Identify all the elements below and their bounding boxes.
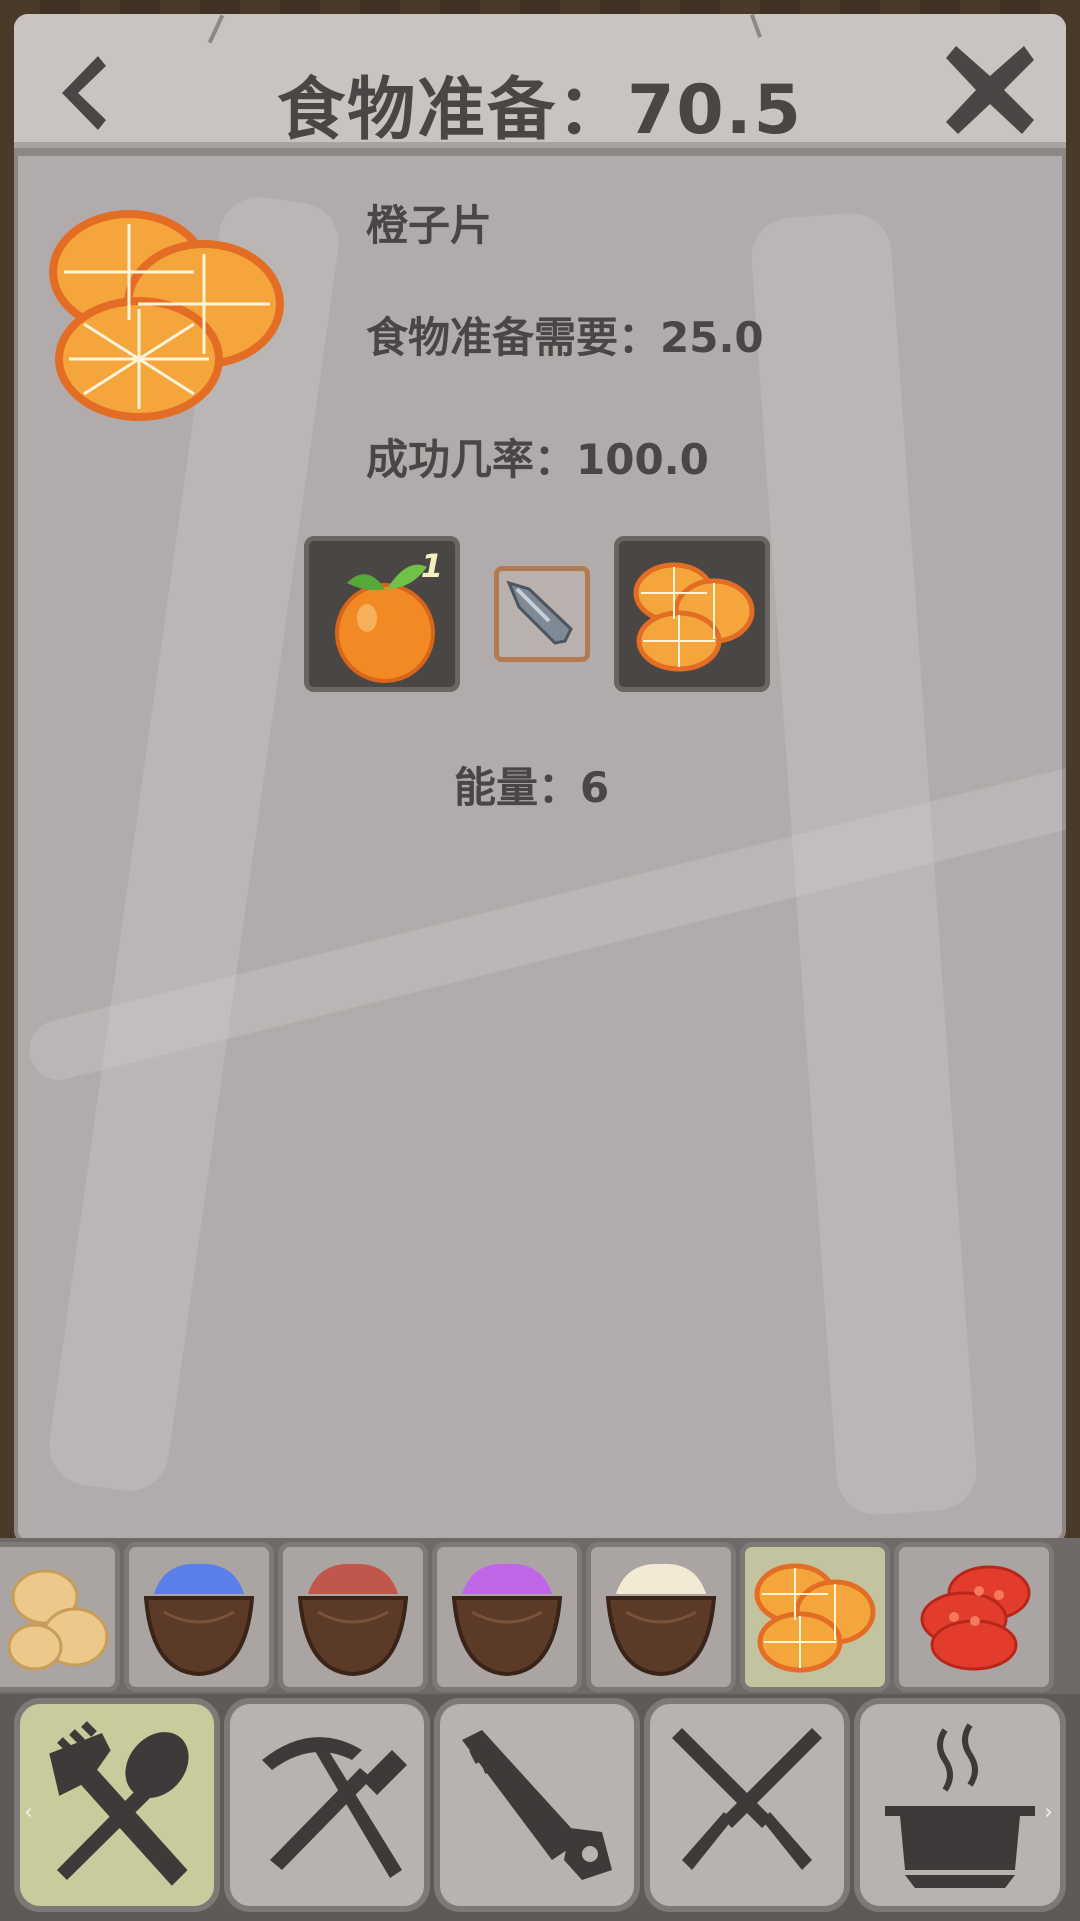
recipe-item-tomato-slices[interactable] — [894, 1542, 1054, 1692]
white-cream-bowl-icon — [605, 1563, 717, 1677]
recipe-item-blue-cream[interactable] — [124, 1542, 274, 1692]
close-button[interactable] — [938, 38, 1042, 142]
scroll-right-marker: › — [1044, 1800, 1053, 1825]
fork-spoon-icon — [49, 1721, 189, 1886]
cooking-pot-icon — [885, 1723, 1035, 1888]
panel-header: 食物准备：70.5 — [14, 14, 1066, 156]
category-tab-tools[interactable] — [224, 1698, 430, 1912]
orange-slices-icon — [754, 1563, 876, 1673]
prep-required-text: 食物准备需要：25.0 — [366, 313, 764, 362]
tool-slot[interactable] — [494, 566, 590, 662]
success-rate-text: 成功几率：100.0 — [366, 435, 709, 484]
nuts-icon — [7, 1569, 109, 1671]
pickaxe-hammer-icon — [262, 1737, 407, 1878]
ingredient-count: 1 — [420, 547, 443, 585]
ingredient-slot[interactable]: 1 — [304, 536, 460, 692]
recipe-item-purple-cream[interactable] — [432, 1542, 582, 1692]
category-tab-carpentry[interactable] — [434, 1698, 640, 1912]
recipe-item-nuts[interactable] — [0, 1542, 120, 1692]
page-title: 食物准备：70.5 — [277, 71, 803, 150]
energy-text: 能量：6 — [454, 763, 610, 812]
item-name: 橙子片 — [366, 201, 493, 250]
scroll-left-marker: ‹ — [24, 1800, 33, 1825]
close-icon — [946, 46, 1034, 134]
blue-cream-bowl-icon — [143, 1563, 255, 1677]
tomato-slices-icon — [920, 1565, 1031, 1671]
red-cream-bowl-icon — [297, 1563, 409, 1677]
recipe-item-red-cream[interactable] — [278, 1542, 428, 1692]
category-tab-food[interactable] — [14, 1698, 220, 1912]
purple-cream-bowl-icon — [451, 1563, 563, 1677]
recipe-item-white-cream[interactable] — [586, 1542, 736, 1692]
crossed-knives-icon — [672, 1728, 822, 1870]
recipe-item-orange-slices[interactable] — [740, 1542, 890, 1692]
saw-icon — [462, 1730, 612, 1880]
stone-knife-icon — [506, 580, 573, 645]
orange-slices-image — [49, 210, 284, 421]
result-slot[interactable] — [614, 536, 770, 692]
category-tab-cutting[interactable] — [644, 1698, 850, 1912]
orange-slices-icon — [633, 562, 755, 672]
recipe-panel: 食物准备：70.5 橙子片 食物准备需要：25.0 成功几率：100.0 1 能… — [14, 14, 1066, 1544]
category-tab-cooking[interactable] — [854, 1698, 1066, 1912]
